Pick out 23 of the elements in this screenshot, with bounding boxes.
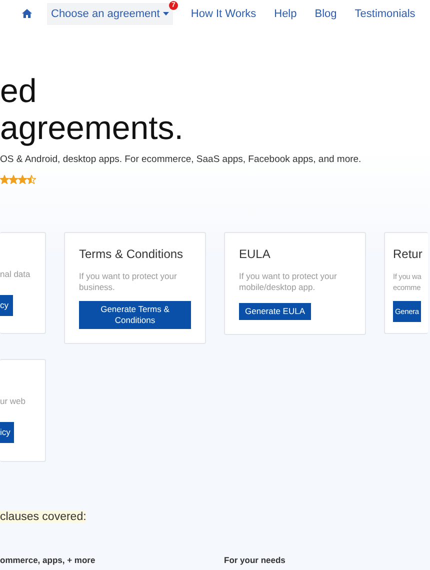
column-heading: For your needs — [224, 555, 286, 565]
generate-button[interactable]: cy — [0, 295, 12, 316]
hero-title: ed — [0, 72, 38, 109]
nav-link[interactable]: How It Works — [190, 2, 256, 26]
card-description: ur web — [0, 396, 27, 408]
agreement-dropdown[interactable]: Choose an agreement — [47, 3, 173, 25]
nav-link[interactable]: Testimonials — [354, 2, 416, 26]
card-description: nal data — [0, 269, 32, 281]
generate-button[interactable]: icy — [0, 422, 14, 443]
hero-subtitle: OS & Android, desktop apps. For ecommerce, SaaS apps, Facebook apps, and more. — [0, 154, 362, 165]
nav-link[interactable]: Blog — [314, 2, 337, 26]
generate-button[interactable]: Generate EULA — [239, 303, 312, 320]
generate-button[interactable]: Generate Terms & Conditions — [79, 301, 191, 329]
hero-title: agreements. — [0, 109, 184, 146]
column-heading: ommerce, apps, + more — [0, 555, 96, 565]
card-title: Terms & Conditions — [79, 247, 184, 261]
card-title: EULA — [239, 247, 272, 261]
caret-icon — [162, 12, 169, 16]
card-title: Retur — [393, 247, 424, 261]
nav-link[interactable]: Help — [274, 2, 297, 26]
card-description: If you want to protect your business. — [79, 271, 178, 293]
section-heading: clauses covered: — [0, 511, 86, 523]
card-description: If you want to protect your mobile/desktop app. — [239, 271, 338, 293]
